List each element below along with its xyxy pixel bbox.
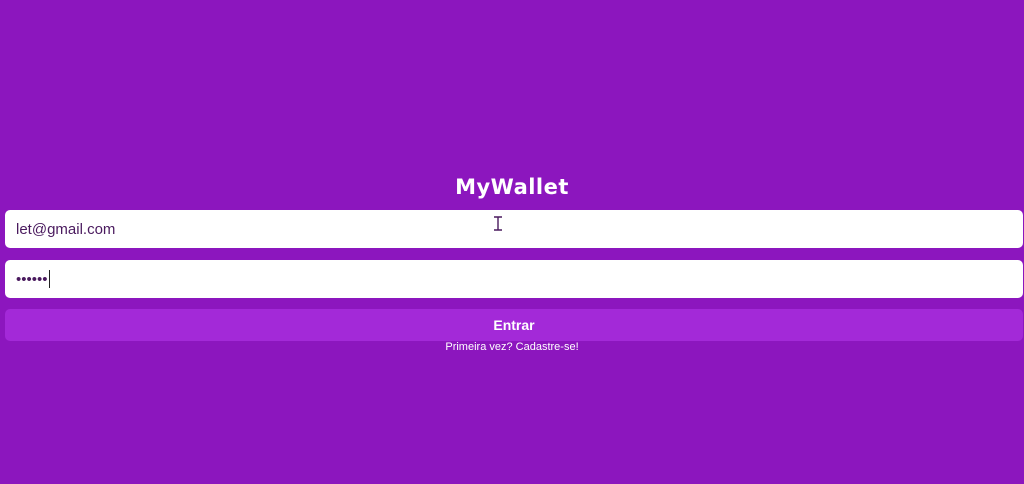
password-input[interactable]: ••••••	[5, 260, 1023, 298]
text-cursor-icon	[494, 216, 502, 231]
email-input-value: let@gmail.com	[16, 220, 116, 238]
login-button-label: Entrar	[493, 317, 535, 333]
login-button[interactable]: Entrar	[5, 309, 1023, 341]
email-input[interactable]: let@gmail.com	[5, 210, 1023, 248]
text-caret	[48, 270, 50, 288]
signup-link[interactable]: Primeira vez? Cadastre-se!	[0, 340, 1024, 354]
app-logo: MyWallet	[455, 175, 569, 199]
login-screen: MyWallet let@gmail.com •••••• Entrar Pri…	[0, 0, 1024, 484]
password-input-value: ••••••	[16, 270, 48, 288]
